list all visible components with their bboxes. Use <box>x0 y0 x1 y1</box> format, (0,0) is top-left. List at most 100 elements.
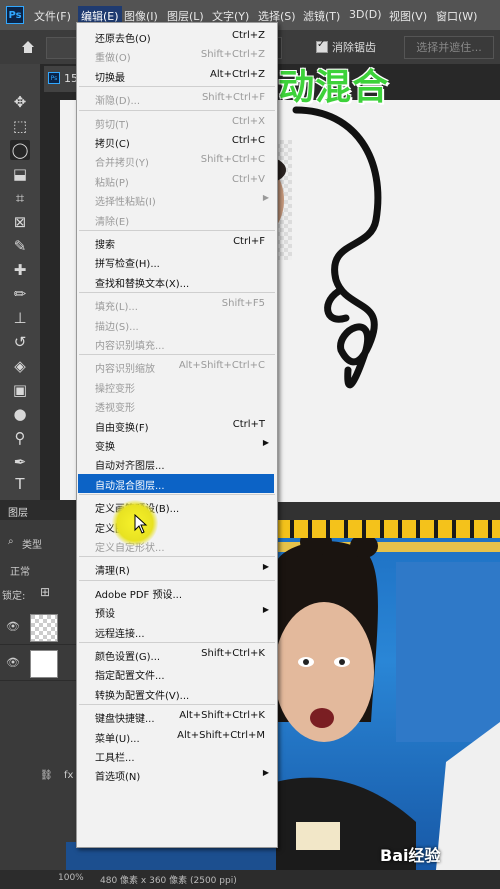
menu-separator <box>79 579 275 581</box>
edit-menu-item[interactable]: 拷贝(C) Ctrl+C <box>93 132 271 151</box>
photoshop-window: Ps 文件(F) 编辑(E) 图像(I) 图层(L) 文字(Y) 选择(S) 滤… <box>0 0 500 889</box>
menu-item-label: 合并拷贝(Y) <box>95 158 149 170</box>
submenu-arrow-icon: ▶ <box>262 768 269 778</box>
menu-separator <box>79 354 275 356</box>
marquee-tool-icon[interactable]: ⬚ <box>10 116 30 136</box>
edit-menu-item[interactable]: 拼写检查(H)... <box>93 252 271 271</box>
menu-item-label: 透视变形 <box>95 403 135 415</box>
menu-separator <box>79 494 275 496</box>
edit-menu-item[interactable]: 变换 ▶ <box>93 435 271 454</box>
edit-menu-item[interactable]: 远程连接... <box>93 622 271 641</box>
healing-brush-tool-icon[interactable]: ✚ <box>10 260 30 280</box>
menu-item-label: 自由变换(F) <box>95 422 149 434</box>
search-icon[interactable]: ⌕ <box>8 536 14 547</box>
menu-item-label: 操控变形 <box>95 383 135 395</box>
submenu-arrow-icon: ▶ <box>262 193 269 203</box>
layer-row[interactable]: 👁 <box>0 610 80 645</box>
menu-item-shortcut: Alt+Ctrl+Z <box>210 68 265 80</box>
pen-tool-icon[interactable]: ✒ <box>10 452 30 472</box>
edit-menu-item[interactable]: 工具栏... <box>93 746 271 765</box>
history-brush-tool-icon[interactable]: ↺ <box>10 332 30 352</box>
menu-view[interactable]: 视图(V) <box>389 8 427 24</box>
quick-select-tool-icon[interactable]: ⬓ <box>10 164 30 184</box>
menu-item-shortcut: Ctrl+F <box>233 236 265 247</box>
edit-menu-item[interactable]: 搜索 Ctrl+F <box>93 233 271 252</box>
edit-menu-item: 渐隐(D)... Shift+Ctrl+F <box>93 89 271 108</box>
home-icon[interactable] <box>20 39 36 55</box>
menu-separator <box>79 704 275 706</box>
type-tool-icon[interactable]: T <box>10 474 30 494</box>
layer-style-icon[interactable]: fx <box>64 770 73 781</box>
edit-menu-item: 操控变形 <box>93 377 271 396</box>
menu-item-shortcut: Shift+F5 <box>221 298 265 310</box>
menu-item-label: 变换 <box>95 442 115 453</box>
edit-menu-item[interactable]: 颜色设置(G)... Shift+Ctrl+K <box>93 645 271 664</box>
layer-row[interactable]: 👁 <box>0 646 80 681</box>
baidu-jingyan-watermark: Bai经验 <box>380 846 441 865</box>
menu-item-label: 远程连接... <box>95 628 145 640</box>
edit-menu-item[interactable]: 预设 ▶ <box>93 602 271 621</box>
menu-item-label: 自动对齐图层... <box>95 461 165 473</box>
edit-menu-item[interactable]: 键盘快捷键... Alt+Shift+Ctrl+K <box>93 707 271 726</box>
edit-menu-item: 填充(L)... Shift+F5 <box>93 295 271 314</box>
edit-menu-item: 内容识别缩放 Alt+Shift+Ctrl+C <box>93 357 271 376</box>
eyedropper-tool-icon[interactable]: ✎ <box>10 236 30 256</box>
edit-menu-item[interactable]: 菜单(U)... Alt+Shift+Ctrl+M <box>93 727 271 746</box>
select-and-mask-button[interactable]: 选择并遮住... <box>404 36 494 59</box>
crop-tool-icon[interactable]: ⌗ <box>10 188 30 208</box>
menu-file[interactable]: 文件(F) <box>34 8 71 24</box>
edit-menu-item[interactable]: 首选项(N) ▶ <box>93 765 271 784</box>
layers-tab[interactable]: 图层 <box>0 500 80 520</box>
eraser-tool-icon[interactable]: ◈ <box>10 356 30 376</box>
edit-menu-item: 描边(S)... <box>93 315 271 334</box>
menu-item-label: 拼写检查(H)... <box>95 259 160 271</box>
zoom-level[interactable]: 100% <box>58 873 84 883</box>
menu-item-label: 填充(L)... <box>95 302 138 314</box>
lasso-preset-picker[interactable] <box>46 37 78 59</box>
dodge-tool-icon[interactable]: ⚲ <box>10 428 30 448</box>
visibility-eye-icon[interactable]: 👁 <box>6 620 20 633</box>
frame-tool-icon[interactable]: ⊠ <box>10 212 30 232</box>
edit-menu-item[interactable]: 自动对齐图层... <box>93 454 271 473</box>
visibility-eye-icon[interactable]: 👁 <box>6 656 20 669</box>
edit-menu-item[interactable]: 自由变换(F) Ctrl+T <box>93 416 271 435</box>
menu-item-label: 指定配置文件... <box>95 671 165 683</box>
antialias-checkbox[interactable] <box>316 39 328 53</box>
layers-tab-label: 图层 <box>8 508 28 519</box>
edit-menu-item[interactable]: Adobe PDF 预设... <box>93 583 271 602</box>
link-layers-icon[interactable]: ⛓ <box>40 770 53 781</box>
menu-item-label: 转换为配置文件(V)... <box>95 690 190 702</box>
menu-filter[interactable]: 滤镜(T) <box>303 8 340 24</box>
menu-item-label: 内容识别填充... <box>95 341 165 352</box>
edit-menu-item[interactable]: 清理(R) ▶ <box>93 559 271 578</box>
edit-menu-item[interactable]: 还原去色(O) Ctrl+Z <box>93 27 271 46</box>
edit-menu-item[interactable]: 切换最 Alt+Ctrl+Z <box>93 66 271 85</box>
status-bar: 100% 480 像素 x 360 像素 (2500 ppi) <box>0 870 500 889</box>
blur-tool-icon[interactable]: ● <box>10 404 30 424</box>
menu-window[interactable]: 窗口(W) <box>436 8 477 24</box>
menu-item-shortcut: Ctrl+C <box>231 135 265 146</box>
edit-menu-item: 粘贴(P) Ctrl+V <box>93 171 271 190</box>
tools-panel: ✥ ⬚ ◯ ⬓ ⌗ ⊠ ✎ ✚ ✏ ⊥ ↺ ◈ ▣ ● ⚲ ✒ T <box>0 64 41 500</box>
edit-menu-item[interactable]: 指定配置文件... <box>93 664 271 683</box>
lock-transparent-icon[interactable]: ⊞ <box>40 585 50 599</box>
edit-menu-item[interactable]: 查找和替换文本(X)... <box>93 272 271 291</box>
brush-tool-icon[interactable]: ✏ <box>10 284 30 304</box>
menu-item-label: 描边(S)... <box>95 321 139 333</box>
menu-item-label: 还原去色(O) <box>95 34 151 45</box>
menu-item-shortcut: Shift+Ctrl+F <box>201 92 265 104</box>
edit-menu-item[interactable]: 转换为配置文件(V)... <box>93 684 271 703</box>
move-tool-icon[interactable]: ✥ <box>10 92 30 112</box>
menu-item-shortcut: Alt+Shift+Ctrl+M <box>177 729 265 741</box>
edit-menu-item[interactable]: 自动混合图层... <box>78 473 274 493</box>
menu-3d[interactable]: 3D(D) <box>349 8 382 21</box>
layer-filter-label[interactable]: 类型 <box>22 536 42 551</box>
menu-item-label: 预设 <box>95 609 115 621</box>
menu-item-label: 键盘快捷键... <box>95 714 155 726</box>
menu-item-label: 颜色设置(G)... <box>95 652 161 663</box>
gradient-tool-icon[interactable]: ▣ <box>10 380 30 400</box>
blend-mode-select[interactable]: 正常 <box>10 563 30 578</box>
lasso-tool-icon[interactable]: ◯ <box>10 140 30 160</box>
layers-panel: 图层 ⌕ 类型 正常 锁定: ⊞ 👁 👁 ⛓ fx <box>0 500 80 889</box>
stamp-tool-icon[interactable]: ⊥ <box>10 308 30 328</box>
